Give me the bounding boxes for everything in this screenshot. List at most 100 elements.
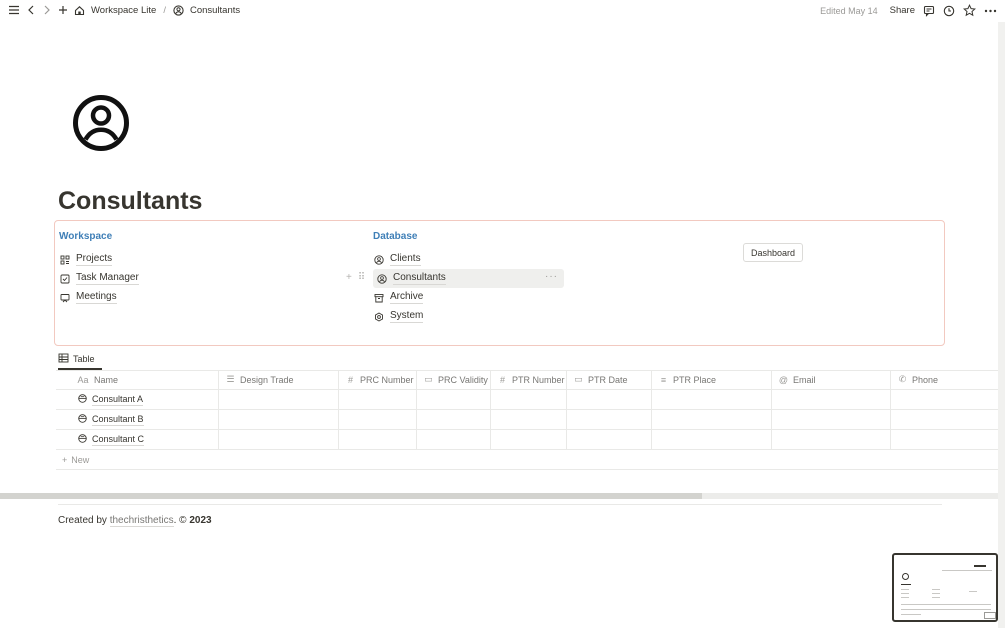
horizontal-scrollbar-thumb[interactable] bbox=[0, 493, 702, 499]
table-row[interactable]: Consultant A bbox=[56, 390, 998, 410]
table-row[interactable]: Consultant C bbox=[56, 430, 998, 450]
column-header-ptr-number[interactable]: # PTR Number bbox=[491, 370, 567, 389]
tab-label: Table bbox=[73, 354, 95, 364]
share-button[interactable]: Share bbox=[890, 5, 915, 16]
table-cell[interactable] bbox=[772, 410, 891, 429]
block-more-icon[interactable]: ··· bbox=[545, 271, 558, 282]
nav-item-task-manager[interactable]: Task Manager bbox=[59, 269, 139, 288]
footer-credit: Created by thechristhetics. © 2023 bbox=[58, 515, 212, 527]
table-cell[interactable] bbox=[772, 390, 891, 409]
minimap-line bbox=[901, 614, 921, 615]
table-cell[interactable] bbox=[652, 430, 772, 449]
footer-suffix: . © bbox=[173, 515, 190, 526]
table-cell[interactable] bbox=[567, 430, 652, 449]
plus-icon: + bbox=[62, 454, 68, 465]
nav-item-label: Meetings bbox=[76, 291, 117, 304]
column-header-ptr-date[interactable]: ▭ PTR Date bbox=[567, 370, 652, 389]
email-property-icon: @ bbox=[778, 374, 789, 385]
column-label: PTR Number bbox=[512, 374, 565, 385]
nav-item-label: Projects bbox=[76, 253, 113, 266]
table-cell[interactable] bbox=[491, 410, 567, 429]
nav-item-archive[interactable]: Archive bbox=[373, 288, 564, 307]
gear-icon bbox=[373, 311, 385, 323]
top-bar: Workspace Lite / Consultants Edited May … bbox=[0, 0, 1005, 22]
minimap-line bbox=[932, 593, 940, 594]
table-cell[interactable] bbox=[417, 430, 491, 449]
column-label: Design Trade bbox=[240, 374, 294, 385]
table-cell[interactable] bbox=[339, 410, 417, 429]
tab-table-view[interactable]: Table bbox=[58, 350, 95, 368]
page-minimap[interactable] bbox=[892, 553, 998, 622]
new-row-button[interactable]: + New bbox=[56, 450, 998, 470]
nav-item-meetings[interactable]: Meetings bbox=[59, 288, 139, 307]
user-circle-icon bbox=[173, 4, 184, 16]
consultant-icon bbox=[78, 414, 87, 425]
row-name: Consultant B bbox=[92, 413, 144, 426]
workspace-heading: Workspace bbox=[59, 231, 113, 242]
table-cell[interactable] bbox=[219, 430, 339, 449]
table-cell[interactable] bbox=[219, 390, 339, 409]
row-handles[interactable]: + ⠿ bbox=[346, 272, 365, 283]
back-arrow-icon[interactable] bbox=[26, 4, 36, 16]
table-cell[interactable] bbox=[339, 430, 417, 449]
grid-icon bbox=[59, 254, 71, 266]
star-icon[interactable] bbox=[963, 4, 976, 17]
table-cell[interactable] bbox=[567, 410, 652, 429]
add-block-icon[interactable]: + bbox=[346, 272, 352, 283]
column-header-prc-number[interactable]: # PRC Number bbox=[339, 370, 417, 389]
nav-item-clients[interactable]: Clients bbox=[373, 250, 564, 269]
minimap-line bbox=[901, 604, 991, 605]
menu-icon[interactable] bbox=[8, 4, 20, 16]
name-cell[interactable]: Consultant C bbox=[56, 430, 219, 449]
minimap-line bbox=[901, 584, 911, 585]
column-label: Phone bbox=[912, 374, 939, 385]
table-cell[interactable] bbox=[219, 410, 339, 429]
drag-handle-icon[interactable]: ⠿ bbox=[358, 272, 365, 283]
plus-icon[interactable] bbox=[58, 5, 68, 15]
number-property-icon: # bbox=[499, 374, 505, 385]
table-row[interactable]: Consultant B bbox=[56, 410, 998, 430]
name-cell[interactable]: Consultant A bbox=[56, 390, 219, 409]
table-cell[interactable] bbox=[891, 390, 998, 409]
page-icon[interactable] bbox=[71, 93, 131, 153]
name-cell[interactable]: Consultant B bbox=[56, 410, 219, 429]
minimap-line bbox=[901, 597, 909, 598]
nav-item-system[interactable]: System bbox=[373, 307, 564, 326]
breadcrumb-consultants[interactable]: Consultants bbox=[190, 5, 240, 16]
dashboard-button[interactable]: Dashboard bbox=[743, 243, 804, 262]
clock-icon[interactable] bbox=[943, 5, 955, 17]
breadcrumb-separator: / bbox=[163, 4, 166, 16]
table-cell[interactable] bbox=[652, 390, 772, 409]
minimap-viewport[interactable] bbox=[984, 612, 996, 619]
column-header-design-trade[interactable]: ☰ Design Trade bbox=[219, 370, 339, 389]
author-link[interactable]: thechristhetics bbox=[109, 515, 174, 527]
column-label: PRC Number bbox=[360, 374, 414, 385]
table-cell[interactable] bbox=[417, 410, 491, 429]
table-cell[interactable] bbox=[567, 390, 652, 409]
table-cell[interactable] bbox=[491, 390, 567, 409]
vertical-scrollbar[interactable] bbox=[998, 22, 1005, 628]
column-header-email[interactable]: @ Email bbox=[772, 370, 891, 389]
column-header-name[interactable]: Aa Name bbox=[56, 370, 219, 389]
column-header-ptr-place[interactable]: ≡ PTR Place bbox=[652, 370, 772, 389]
column-label: Name bbox=[94, 374, 119, 385]
workspace-column: Workspace Projects Task Manager Meetings bbox=[59, 231, 139, 307]
nav-item-label: System bbox=[390, 310, 424, 323]
comment-icon[interactable] bbox=[923, 5, 935, 17]
table-cell[interactable] bbox=[652, 410, 772, 429]
user-circle-icon bbox=[376, 273, 388, 285]
table-cell[interactable] bbox=[891, 410, 998, 429]
breadcrumb-workspace[interactable]: Workspace Lite bbox=[91, 5, 156, 16]
forward-arrow-icon[interactable] bbox=[42, 4, 52, 16]
table-cell[interactable] bbox=[339, 390, 417, 409]
table-cell[interactable] bbox=[891, 430, 998, 449]
table-cell[interactable] bbox=[772, 430, 891, 449]
column-header-phone[interactable]: ✆ Phone bbox=[891, 370, 998, 389]
nav-item-consultants[interactable]: + ⠿ Consultants ··· bbox=[346, 269, 564, 288]
column-header-prc-validity[interactable]: ▭ PRC Validity bbox=[417, 370, 491, 389]
user-circle-icon bbox=[373, 254, 385, 266]
nav-item-projects[interactable]: Projects bbox=[59, 250, 139, 269]
table-cell[interactable] bbox=[417, 390, 491, 409]
table-cell[interactable] bbox=[491, 430, 567, 449]
more-options-icon[interactable] bbox=[984, 5, 997, 17]
